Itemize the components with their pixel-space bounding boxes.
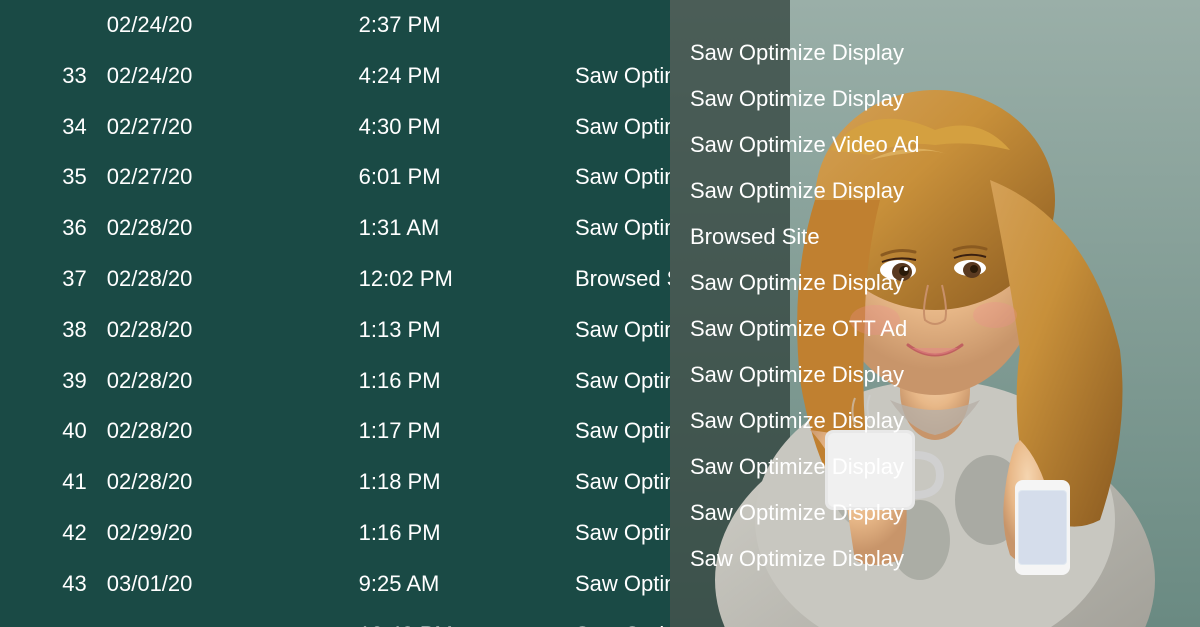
row-number: 42 [0, 508, 97, 559]
row-date: 03/01/20 [97, 559, 339, 610]
row-number: 35 [0, 152, 97, 203]
row-date: 02/24/20 [97, 0, 339, 51]
row-number: 37 [0, 254, 97, 305]
row-date [97, 610, 339, 627]
row-date: 02/28/20 [97, 457, 339, 508]
row-time: 1:17 PM [339, 406, 555, 457]
row-time: 4:24 PM [339, 51, 555, 102]
row-date: 02/24/20 [97, 51, 339, 102]
row-time: 4:30 PM [339, 102, 555, 153]
row-date: 02/27/20 [97, 152, 339, 203]
row-time: 12:48 PM [339, 610, 555, 627]
row-date: 02/28/20 [97, 406, 339, 457]
row-date: 02/27/20 [97, 102, 339, 153]
row-number: 43 [0, 559, 97, 610]
row-number: 38 [0, 305, 97, 356]
row-date: 02/29/20 [97, 508, 339, 559]
row-date: 02/28/20 [97, 254, 339, 305]
row-time: 6:01 PM [339, 152, 555, 203]
row-time: 2:37 PM [339, 0, 555, 51]
row-time: 1:13 PM [339, 305, 555, 356]
row-number: 40 [0, 406, 97, 457]
row-date: 02/28/20 [97, 203, 339, 254]
row-number [0, 610, 97, 627]
row-time: 1:31 AM [339, 203, 555, 254]
row-time: 1:18 PM [339, 457, 555, 508]
row-number: 39 [0, 356, 97, 407]
photo-overlay: Saw Optimize DisplaySaw Optimize Display… [670, 0, 1200, 627]
row-number [0, 0, 97, 51]
row-time: 12:02 PM [339, 254, 555, 305]
row-time: 9:25 AM [339, 559, 555, 610]
row-number: 33 [0, 51, 97, 102]
row-date: 02/28/20 [97, 305, 339, 356]
row-time: 1:16 PM [339, 508, 555, 559]
row-number: 34 [0, 102, 97, 153]
row-number: 41 [0, 457, 97, 508]
woman-illustration [670, 0, 1200, 627]
row-time: 1:16 PM [339, 356, 555, 407]
row-date: 02/28/20 [97, 356, 339, 407]
row-number: 36 [0, 203, 97, 254]
